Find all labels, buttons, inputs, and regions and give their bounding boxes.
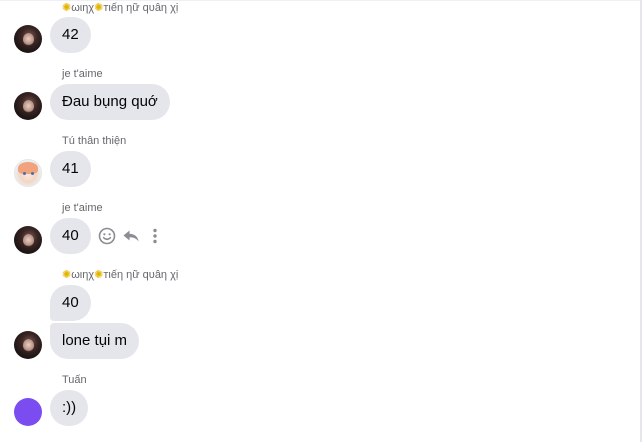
top-border	[0, 0, 642, 1]
message-bubble[interactable]: 42	[50, 17, 91, 53]
avatar[interactable]	[14, 92, 42, 120]
reply-icon[interactable]	[121, 226, 141, 246]
avatar[interactable]	[14, 25, 42, 53]
star-icon	[62, 269, 71, 281]
sender-name: je t'aime	[62, 68, 103, 80]
star-icon	[62, 2, 71, 14]
star-icon	[94, 269, 103, 281]
avatar[interactable]	[14, 398, 42, 426]
message-bubble[interactable]: Đau bụng quớ	[50, 84, 170, 120]
message-bubble[interactable]: 41	[50, 151, 91, 187]
sender-name: Tú thân thiện	[62, 135, 127, 147]
more-icon[interactable]	[145, 226, 165, 246]
sender-name: Tuấn	[62, 374, 87, 386]
star-icon	[94, 2, 103, 14]
avatar[interactable]	[14, 226, 42, 254]
sender-name: je t'aime	[62, 202, 103, 214]
react-icon[interactable]	[97, 226, 117, 246]
message-bubble[interactable]: lone tụi m	[50, 323, 140, 359]
message-bubble[interactable]: 40	[50, 285, 91, 321]
message-bubble[interactable]: :))	[50, 390, 89, 426]
sender-name: ωιηχтιếη ηữ qυâη χị	[62, 269, 178, 282]
avatar[interactable]	[14, 159, 42, 187]
sender-name: ωιηχтιếη ηữ qυâη χị	[62, 2, 178, 15]
message-bubble[interactable]: 40	[50, 218, 91, 254]
avatar[interactable]	[14, 331, 42, 359]
message-actions	[97, 226, 167, 246]
